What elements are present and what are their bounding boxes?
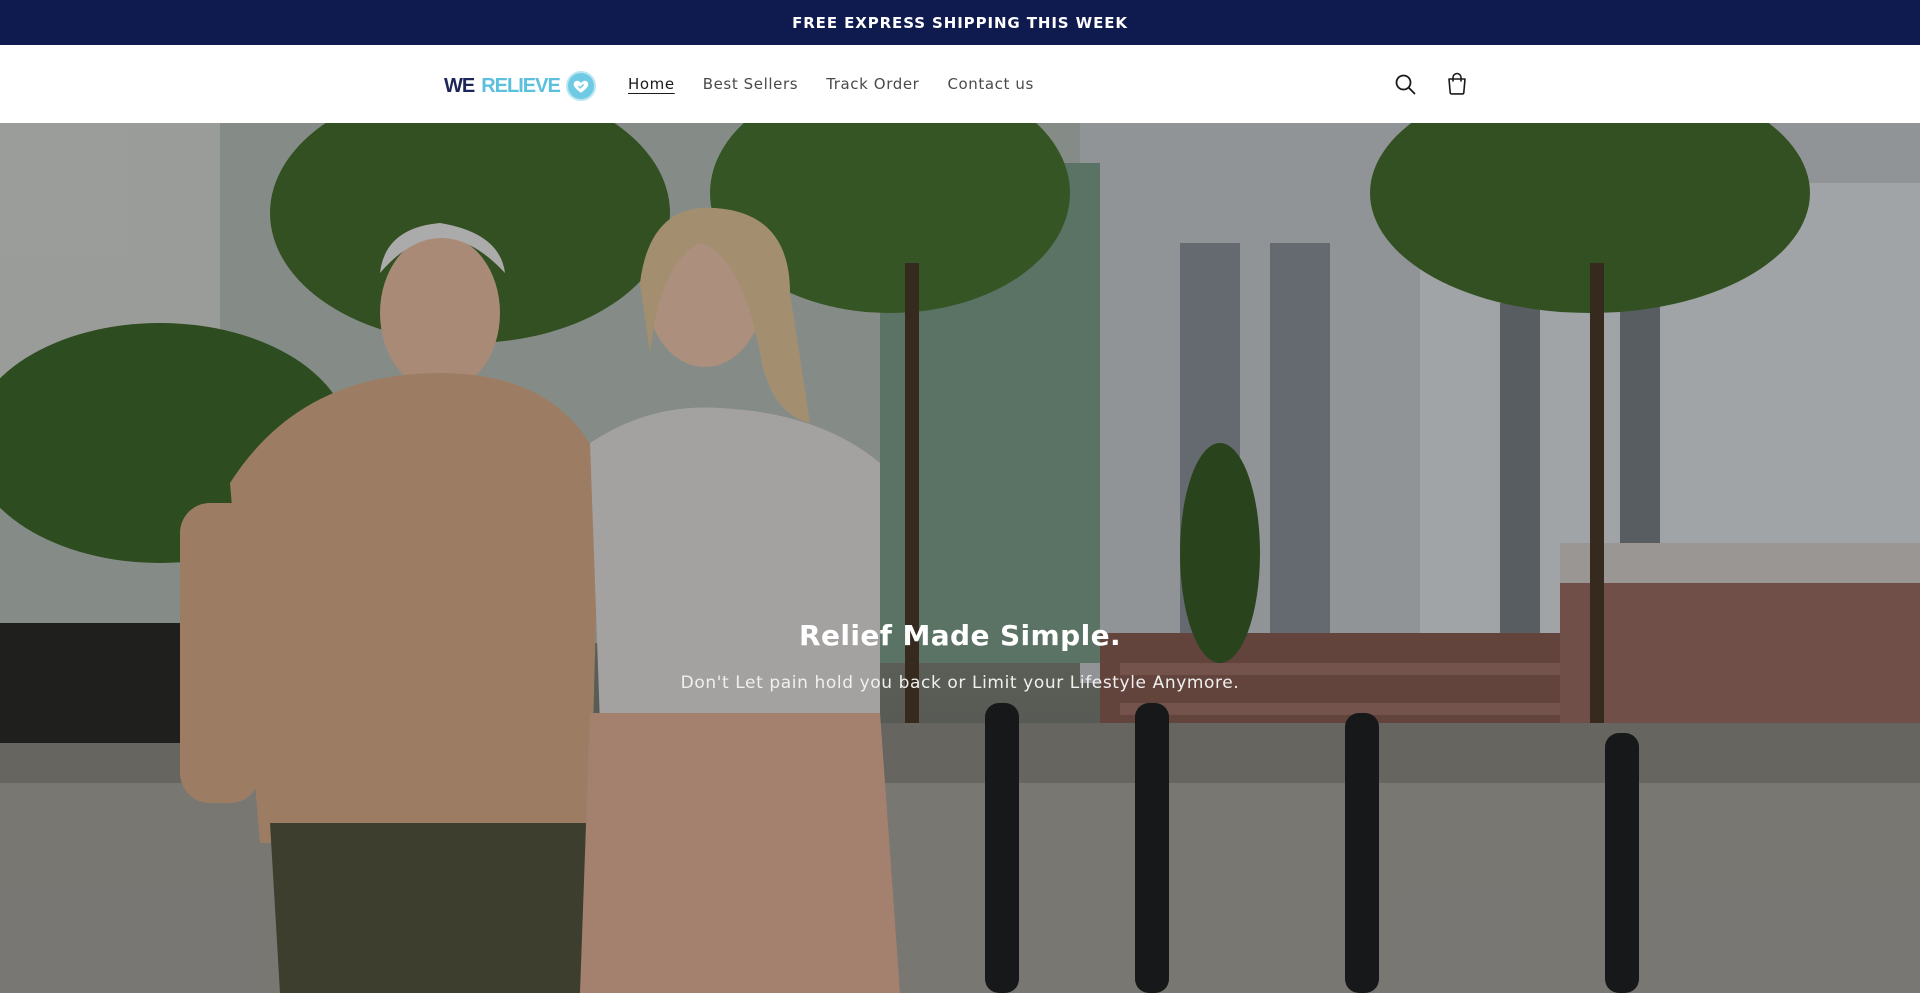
search-icon[interactable] (1390, 69, 1420, 99)
main-nav: Home Best Sellers Track Order Contact us (628, 45, 1034, 123)
heart-shield-icon (565, 71, 596, 101)
header-actions (1390, 45, 1472, 123)
logo-word-relieve: RELIEVE (481, 74, 561, 97)
nav-home[interactable]: Home (628, 75, 675, 93)
hero-subtitle: Don't Let pain hold you back or Limit yo… (680, 673, 1240, 693)
hero-title: Relief Made Simple. (798, 619, 1121, 652)
nav-track-order[interactable]: Track Order (826, 75, 919, 93)
logo-word-we: WE (444, 74, 475, 97)
announcement-bar: FREE EXPRESS SHIPPING THIS WEEK (0, 0, 1920, 45)
nav-contact-us[interactable]: Contact us (947, 75, 1033, 93)
nav-best-sellers[interactable]: Best Sellers (703, 75, 798, 93)
logo[interactable]: WE RELIEVE (444, 71, 596, 101)
hero-banner: Relief Made Simple. Don't Let pain hold … (0, 123, 1920, 993)
hero-overlay (0, 123, 1920, 993)
cart-icon[interactable] (1442, 69, 1472, 99)
announcement-text: FREE EXPRESS SHIPPING THIS WEEK (792, 13, 1128, 32)
site-header: WE RELIEVE Home Best Sellers Track Order… (0, 45, 1920, 123)
